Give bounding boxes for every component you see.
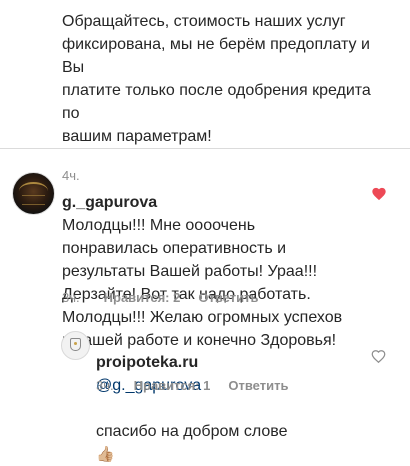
comment-username[interactable]: g._gapurova xyxy=(62,194,157,211)
thumbs-up-icon: 👍🏼 xyxy=(96,446,115,463)
reply-meta: 3ч. Нравится: 1 Ответить xyxy=(96,378,288,393)
comment-likes-link[interactable]: Нравится: 2 xyxy=(104,290,181,305)
comment-time: 3ч. xyxy=(62,290,80,305)
previous-comment-text: Обращайтесь, стоимость наших услуг фикси… xyxy=(62,13,371,145)
thread-divider xyxy=(0,148,410,149)
reply-comment: proipoteka.ru @g._gapurova спасибо на до… xyxy=(96,328,366,466)
comment: g._gapurova Молодцы!!! Мне оооочень понр… xyxy=(62,168,362,352)
reply-time: 3ч. xyxy=(96,378,114,393)
reply-avatar[interactable] xyxy=(61,331,90,360)
reply-username[interactable]: proipoteka.ru xyxy=(96,354,198,371)
reply-button[interactable]: Ответить xyxy=(198,290,258,305)
heart-outline-icon[interactable] xyxy=(371,349,386,364)
reply-reply-button[interactable]: Ответить xyxy=(228,378,288,393)
heart-filled-icon[interactable] xyxy=(371,186,387,202)
avatar[interactable] xyxy=(12,172,55,215)
reply-likes-link[interactable]: Нравится: 1 xyxy=(134,378,211,393)
previous-comment: Обращайтесь, стоимость наших услуг фикси… xyxy=(62,0,392,183)
comment-meta: 3ч. Нравится: 2 Ответить xyxy=(62,290,258,305)
reply-text: спасибо на добром слове xyxy=(96,423,288,440)
